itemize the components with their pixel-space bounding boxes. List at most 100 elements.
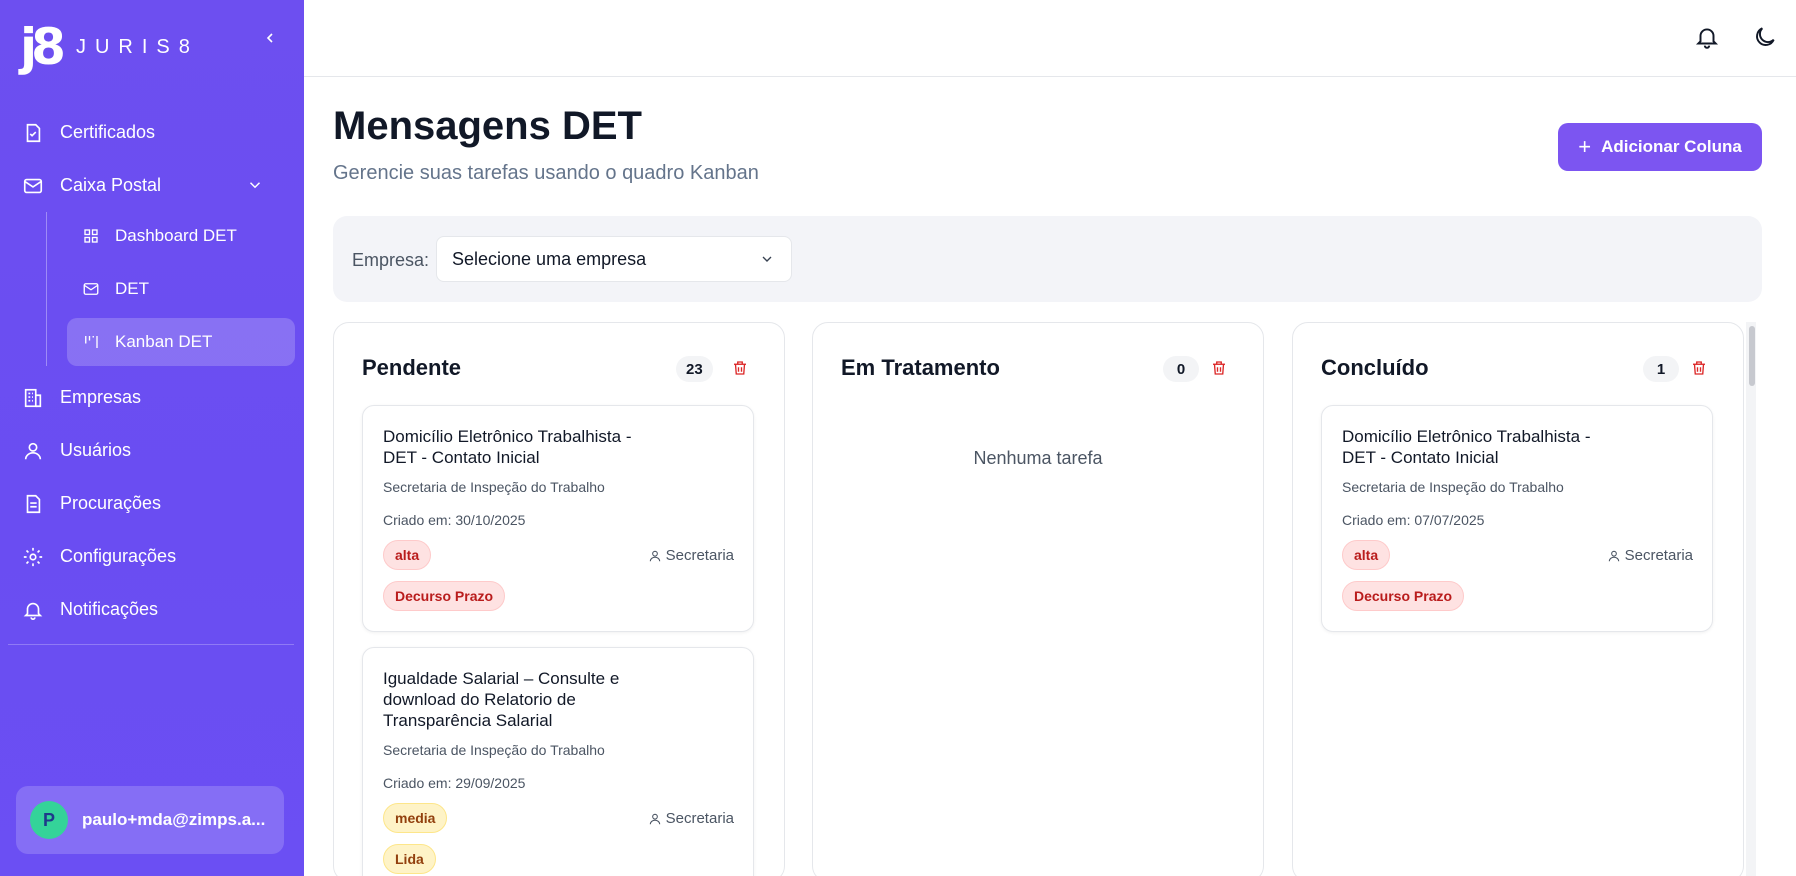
card-assignee: Secretaria (648, 547, 734, 564)
card-assignee: Secretaria (1607, 547, 1693, 564)
sidebar: j8 JURIS8 Certificados Caixa Postal Dash… (0, 0, 304, 876)
board-scrollbar-thumb[interactable] (1749, 326, 1755, 386)
task-card[interactable]: Domicílio Eletrônico Trabalhista - DET -… (1321, 405, 1713, 632)
priority-badge: alta (383, 540, 432, 570)
user-icon (20, 438, 46, 464)
column-count-badge: 0 (1163, 356, 1199, 382)
theme-toggle-button[interactable] (1752, 24, 1780, 52)
sidebar-item-kanban-det[interactable]: Kanban DET (67, 318, 295, 366)
add-column-label: Adicionar Coluna (1601, 137, 1742, 156)
board-scrollbar-track (1746, 322, 1756, 876)
assignee-name: Secretaria (665, 810, 734, 827)
card-assignee: Secretaria (648, 810, 734, 827)
card-organization: Secretaria de Inspeção do Trabalho (1342, 479, 1564, 495)
column-count-badge: 1 (1643, 356, 1679, 382)
priority-badge: alta (1342, 540, 1391, 570)
mail-icon (20, 173, 46, 199)
trash-icon (734, 361, 746, 375)
card-title: Domicílio Eletrônico Trabalhista - DET -… (383, 427, 632, 467)
sidebar-item-label: Usuários (60, 440, 132, 460)
trash-icon (1213, 361, 1225, 375)
status-tag: Decurso Prazo (1342, 581, 1465, 611)
priority-badge: media (383, 803, 448, 833)
card-title: Domicílio Eletrônico Trabalhista - DET -… (1342, 427, 1591, 467)
card-created-date: Criado em: 30/10/2025 (383, 512, 526, 528)
sidebar-item-label: Empresas (60, 387, 142, 407)
chevron-left-icon (266, 33, 273, 43)
kanban-column-em-tratamento: Em Tratamento 0 Nenhuma tarefa (812, 322, 1264, 876)
kanban-column-pendente: Pendente 23 Domicílio Eletrônico Trabalh… (333, 322, 785, 876)
plus-icon: + (1578, 134, 1592, 159)
sidebar-divider (8, 644, 294, 645)
sidebar-subitem-label: DET (115, 279, 149, 298)
empty-column-message: Nenhuma tarefa (973, 448, 1103, 468)
user-email: paulo+mda@zimps.a... (82, 810, 266, 829)
filter-bar: Empresa: Selecione uma empresa (333, 216, 1762, 302)
user-icon (649, 813, 660, 824)
sidebar-item-label: Configurações (60, 546, 177, 566)
sidebar-item-det[interactable]: DET (67, 265, 295, 313)
notifications-button[interactable] (1694, 24, 1722, 52)
user-profile-card[interactable]: P paulo+mda@zimps.a... (16, 786, 284, 854)
sidebar-subitem-label: Dashboard DET (115, 226, 237, 245)
delete-column-button[interactable] (731, 359, 751, 379)
card-organization: Secretaria de Inspeção do Trabalho (383, 479, 605, 495)
column-title: Concluído (1321, 355, 1429, 380)
sidebar-item-procuracoes[interactable]: Procurações (0, 477, 304, 530)
user-icon (649, 550, 660, 561)
company-select-value: Selecione uma empresa (452, 248, 647, 269)
sidebar-item-label: Caixa Postal (60, 175, 162, 195)
delete-column-button[interactable] (1690, 359, 1710, 379)
document-icon (20, 491, 46, 517)
assignee-name: Secretaria (1624, 547, 1693, 564)
add-column-button[interactable]: + Adicionar Coluna (1558, 123, 1762, 171)
column-title: Em Tratamento (841, 355, 1000, 380)
status-tag: Lida (383, 844, 436, 874)
certificate-icon (20, 120, 46, 146)
company-select[interactable]: Selecione uma empresa (436, 236, 792, 282)
sidebar-item-configuracoes[interactable]: Configurações (0, 530, 304, 583)
column-title: Pendente (362, 355, 462, 380)
task-card[interactable]: Domicílio Eletrônico Trabalhista - DET -… (362, 405, 754, 632)
building-icon (20, 385, 46, 411)
bell-icon (1695, 28, 1719, 49)
delete-column-button[interactable] (1210, 359, 1230, 379)
chevron-down-icon (759, 251, 775, 272)
logo-text: JURIS8 (75, 35, 199, 58)
company-filter-label: Empresa: (352, 250, 430, 270)
sidebar-item-empresas[interactable]: Empresas (0, 371, 304, 424)
status-tag: Decurso Prazo (383, 581, 506, 611)
sidebar-subitem-label: Kanban DET (115, 332, 213, 351)
kanban-column-concluido: Concluído 1 Domicílio Eletrônico Trabalh… (1292, 322, 1744, 876)
card-title: Igualdade Salarial – Consulte e download… (383, 669, 620, 730)
main-content: Mensagens DET Gerencie suas tarefas usan… (304, 78, 1796, 876)
user-icon (1608, 550, 1619, 561)
avatar: P (30, 801, 68, 839)
sidebar-nav: Certificados Caixa Postal Dashboard DET … (0, 106, 304, 636)
sidebar-item-label: Certificados (60, 122, 156, 142)
logo-mark: j8 (20, 18, 66, 76)
sidebar-item-notificacoes[interactable]: Notificações (0, 583, 304, 636)
sidebar-item-caixa-postal[interactable]: Caixa Postal (0, 159, 304, 212)
page-subtitle: Gerencie suas tarefas usando o quadro Ka… (333, 162, 759, 184)
collapse-sidebar-button[interactable] (262, 26, 278, 52)
sidebar-item-label: Procurações (60, 493, 162, 513)
sidebar-item-label: Notificações (60, 599, 159, 619)
gear-icon (20, 544, 46, 570)
brand-logo[interactable]: j8 JURIS8 (20, 16, 290, 78)
kanban-icon (81, 332, 101, 352)
bell-icon (20, 597, 46, 623)
mail-icon (81, 279, 101, 299)
moon-icon (1756, 27, 1775, 46)
card-created-date: Criado em: 29/09/2025 (383, 775, 526, 791)
top-bar (304, 0, 1796, 77)
sidebar-item-dashboard-det[interactable]: Dashboard DET (67, 212, 295, 260)
sidebar-item-usuarios[interactable]: Usuários (0, 424, 304, 477)
chevron-down-icon (246, 176, 264, 199)
card-created-date: Criado em: 07/07/2025 (1342, 512, 1485, 528)
assignee-name: Secretaria (665, 547, 734, 564)
caixa-postal-submenu: Dashboard DET DET Kanban DET (46, 212, 304, 366)
sidebar-item-certificados[interactable]: Certificados (0, 106, 304, 159)
task-card[interactable]: Igualdade Salarial – Consulte e download… (362, 647, 754, 876)
grid-icon (81, 226, 101, 246)
